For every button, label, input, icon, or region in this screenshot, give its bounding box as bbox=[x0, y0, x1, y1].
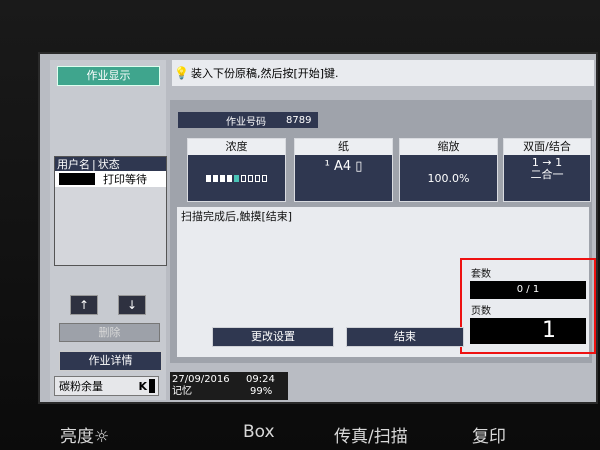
delete-button[interactable]: 删除 bbox=[59, 323, 160, 342]
density-step bbox=[206, 174, 211, 182]
redacted-username bbox=[59, 173, 95, 185]
copy-button[interactable]: 复印 bbox=[472, 422, 506, 447]
box-button[interactable]: Box bbox=[243, 422, 275, 442]
job-display-button[interactable]: 作业显示 bbox=[57, 66, 160, 86]
user-status: 打印等待 bbox=[103, 173, 147, 186]
density-step bbox=[220, 174, 225, 182]
paper-tile[interactable]: 纸 ¹ A4 ▯ bbox=[294, 138, 393, 202]
scan-message: 扫描完成后,触摸[结束] bbox=[181, 210, 293, 223]
duplex-value: 1 → 1 二合一 bbox=[530, 156, 564, 181]
status-time: 09:24 bbox=[246, 374, 275, 385]
density-step bbox=[234, 174, 239, 182]
highlight-frame bbox=[460, 258, 596, 354]
zoom-title: 缩放 bbox=[400, 139, 497, 155]
duplex-title: 双面/结合 bbox=[504, 139, 590, 155]
density-step bbox=[262, 174, 267, 182]
user-list-header: 用户名 | 状态 bbox=[55, 157, 166, 171]
user-row[interactable]: 打印等待 bbox=[55, 171, 166, 187]
toner-bar bbox=[149, 379, 155, 393]
zoom-value: 100.0% bbox=[427, 171, 470, 185]
instruction-text: 装入下份原稿,然后按[开始]键. bbox=[190, 67, 339, 80]
scroll-down-button[interactable]: ↓ bbox=[118, 295, 146, 315]
density-step bbox=[248, 174, 253, 182]
density-step bbox=[241, 174, 246, 182]
memory-value: 99% bbox=[250, 386, 273, 397]
paper-title: 纸 bbox=[295, 139, 392, 155]
toner-label: 碳粉余量 bbox=[59, 380, 103, 393]
density-bar bbox=[206, 174, 267, 182]
memory-label: 记忆 bbox=[172, 386, 192, 397]
job-number-value: 8789 bbox=[286, 114, 312, 126]
job-number: 作业号码 8789 bbox=[178, 112, 318, 128]
job-number-label: 作业号码 bbox=[226, 116, 266, 128]
fax-scan-button[interactable]: 传真/扫描 bbox=[334, 422, 408, 447]
job-detail-button[interactable]: 作业详情 bbox=[59, 351, 162, 371]
status-header: 状态 bbox=[97, 158, 120, 171]
brightness-button[interactable]: 亮度☼ bbox=[60, 422, 109, 447]
user-status-list: 用户名 | 状态 打印等待 bbox=[54, 156, 167, 266]
change-settings-button[interactable]: 更改设置 bbox=[212, 327, 334, 347]
density-title: 浓度 bbox=[188, 139, 285, 155]
density-step bbox=[213, 174, 218, 182]
paper-value: ¹ A4 ▯ bbox=[324, 159, 363, 174]
duplex-combine-tile[interactable]: 双面/结合 1 → 1 二合一 bbox=[503, 138, 591, 202]
status-bar: 27/09/2016 09:24 记忆 99% bbox=[170, 372, 288, 400]
toner-color: K bbox=[138, 379, 147, 393]
zoom-tile[interactable]: 缩放 100.0% bbox=[399, 138, 498, 202]
density-step bbox=[255, 174, 260, 182]
status-date: 27/09/2016 bbox=[172, 374, 230, 385]
density-scale bbox=[188, 155, 285, 201]
finish-button[interactable]: 结束 bbox=[346, 327, 464, 347]
instruction-banner: 💡 装入下份原稿,然后按[开始]键. bbox=[172, 60, 594, 86]
lightbulb-icon: 💡 bbox=[174, 66, 189, 80]
scroll-up-button[interactable]: ↑ bbox=[70, 295, 98, 315]
toner-level: 碳粉余量 K bbox=[54, 376, 159, 396]
username-header: 用户名 bbox=[57, 158, 90, 171]
density-tile[interactable]: 浓度 bbox=[187, 138, 286, 202]
density-step bbox=[227, 174, 232, 182]
